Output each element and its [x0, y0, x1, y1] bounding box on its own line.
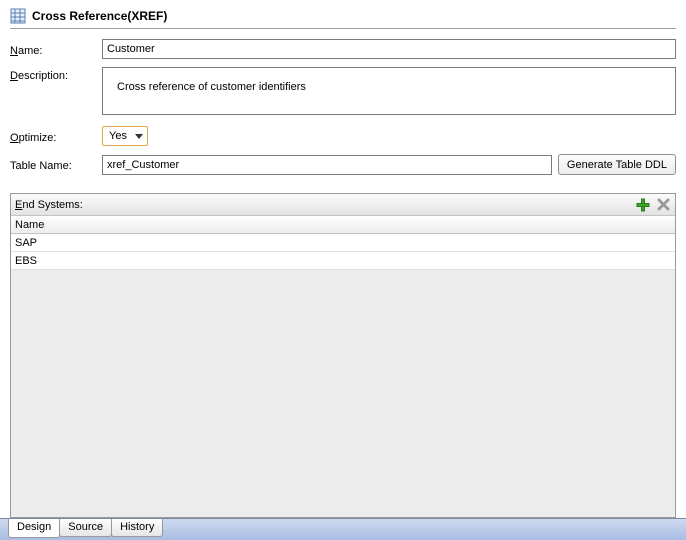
- optimize-select[interactable]: Yes: [102, 126, 148, 146]
- row-name: SAP: [15, 237, 37, 249]
- tab-history[interactable]: History: [111, 519, 163, 537]
- tab-source[interactable]: Source: [59, 519, 112, 537]
- end-systems-header: End Systems:: [11, 194, 675, 216]
- grid-icon: [10, 8, 26, 24]
- end-systems-title: End Systems:: [15, 199, 635, 211]
- editor-root: Cross Reference(XREF) Name: Description:…: [0, 0, 686, 540]
- bottom-tabbar: Design Source History: [0, 518, 686, 540]
- description-label: Description:: [10, 67, 102, 82]
- header-divider: [10, 28, 676, 29]
- page-title: Cross Reference(XREF): [32, 9, 167, 23]
- optimize-label: Optimize:: [10, 129, 102, 144]
- column-header-name[interactable]: Name: [11, 216, 675, 234]
- tab-design[interactable]: Design: [8, 519, 60, 538]
- end-systems-rows: SAP EBS: [11, 234, 675, 517]
- delete-button[interactable]: [655, 197, 671, 213]
- form-area: Name: Description: Cross reference of cu…: [0, 33, 686, 183]
- table-row[interactable]: SAP: [11, 234, 675, 252]
- end-systems-panel: End Systems: Name SAP EBS: [10, 193, 676, 518]
- chevron-down-icon: [131, 127, 147, 145]
- row-name: EBS: [15, 255, 37, 267]
- tablename-label: Table Name:: [10, 157, 102, 172]
- name-label: Name:: [10, 42, 102, 57]
- name-input[interactable]: [102, 39, 676, 59]
- tablename-input[interactable]: [102, 155, 552, 175]
- optimize-value: Yes: [109, 130, 127, 142]
- table-row[interactable]: EBS: [11, 252, 675, 270]
- editor-header: Cross Reference(XREF): [0, 0, 686, 28]
- end-systems-panel-wrap: End Systems: Name SAP EBS: [0, 183, 686, 518]
- add-button[interactable]: [635, 197, 651, 213]
- generate-ddl-button[interactable]: Generate Table DDL: [558, 154, 676, 175]
- description-textarea[interactable]: Cross reference of customer identifiers: [102, 67, 676, 115]
